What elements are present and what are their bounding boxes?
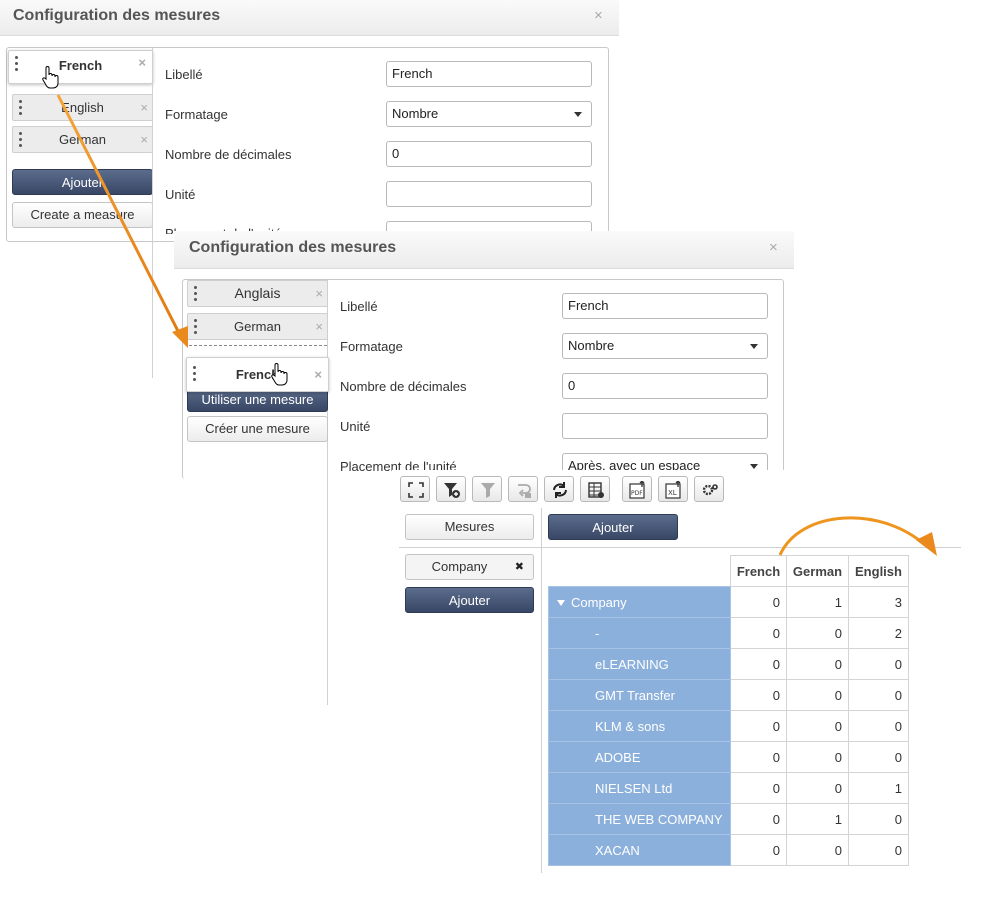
column-move-arrow-line: [778, 516, 926, 556]
drag-arrow-line: [56, 94, 182, 336]
annotation-layer: [42, 66, 937, 556]
column-move-arrow-head-icon: [916, 532, 937, 556]
hand-cursor-icon: [42, 66, 59, 89]
hand-cursor-icon: [271, 363, 288, 386]
drag-arrow-head-icon: [172, 326, 188, 348]
